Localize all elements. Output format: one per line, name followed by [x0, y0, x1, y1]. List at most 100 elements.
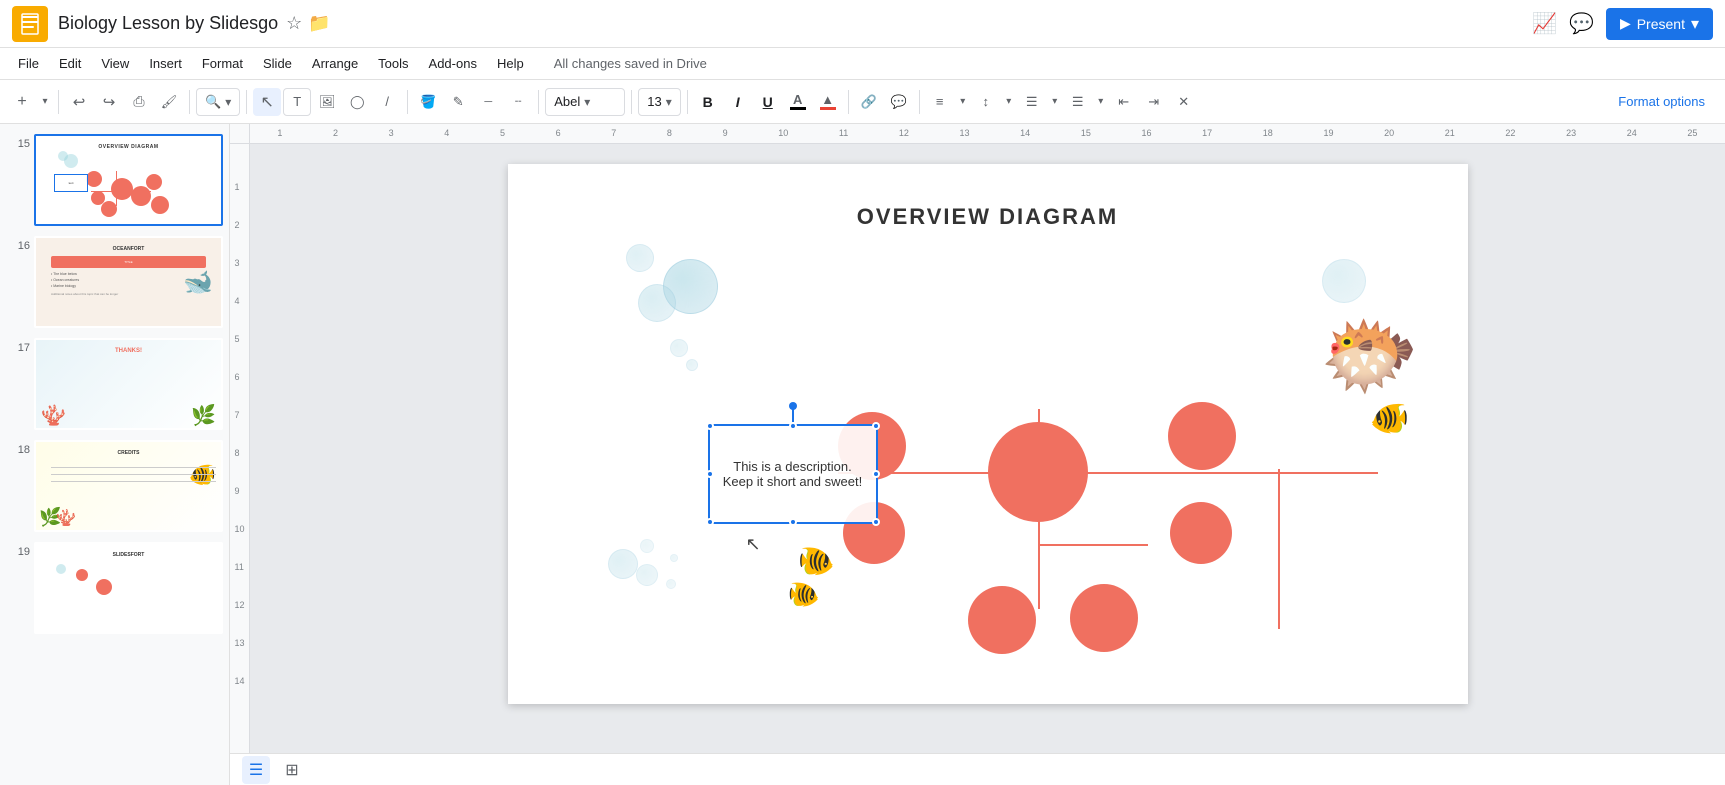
- line-spacing-chevron-button[interactable]: ▾: [1002, 88, 1016, 116]
- font-name-dropdown[interactable]: Abel ▾: [545, 88, 625, 116]
- document-title[interactable]: Biology Lesson by Slidesgo: [58, 13, 278, 34]
- folder-icon[interactable]: 📁: [308, 13, 330, 34]
- highlight-button[interactable]: ▲: [814, 88, 842, 116]
- bubble-8: [640, 539, 654, 553]
- text-box-selected[interactable]: This is a description. Keep it short and…: [708, 424, 878, 524]
- undo-button[interactable]: ↩: [65, 88, 93, 116]
- ordered-list-chevron-button[interactable]: ▾: [1048, 88, 1062, 116]
- list-view-button[interactable]: ☰: [242, 756, 270, 784]
- menu-arrange[interactable]: Arrange: [302, 52, 368, 75]
- slide-preview-16[interactable]: OCEANFORT TITLE • The blue below • Ocean…: [34, 236, 223, 328]
- italic-button[interactable]: I: [724, 88, 752, 116]
- ruler-mark-10: 10: [778, 128, 788, 138]
- slide-thumb-19[interactable]: 19 SLIDESFORT: [4, 540, 225, 636]
- title-bar: Biology Lesson by Slidesgo ☆ 📁 📈 💬 ▶ Pre…: [0, 0, 1725, 48]
- comment-button[interactable]: 💬: [885, 88, 913, 116]
- ruler-v-3: 3: [234, 258, 244, 268]
- text-box-button[interactable]: T: [283, 88, 311, 116]
- slide-preview-15[interactable]: OVERVIEW DIAGRAM text: [34, 134, 223, 226]
- slide-thumb-17[interactable]: 17 THANKS! 🪸 🌿: [4, 336, 225, 432]
- menu-file[interactable]: File: [8, 52, 49, 75]
- bold-button[interactable]: B: [694, 88, 722, 116]
- rotate-handle[interactable]: [789, 402, 797, 410]
- ruler-v-6: 6: [234, 372, 244, 382]
- select-button[interactable]: ↖: [253, 88, 281, 116]
- text-color-button[interactable]: A: [784, 88, 812, 116]
- shapes-button[interactable]: ◯: [343, 88, 371, 116]
- menu-addons[interactable]: Add-ons: [419, 52, 487, 75]
- align-button[interactable]: ≡: [926, 88, 954, 116]
- menu-view[interactable]: View: [91, 52, 139, 75]
- menu-insert[interactable]: Insert: [139, 52, 192, 75]
- underline-button[interactable]: U: [754, 88, 782, 116]
- coral-circle-tr1: [1168, 402, 1236, 470]
- h-line-1: [838, 472, 1378, 474]
- indent-less-button[interactable]: ⇤: [1110, 88, 1138, 116]
- present-chevron-icon[interactable]: ▾: [1691, 14, 1699, 34]
- fill-color-button[interactable]: 🪣: [414, 88, 442, 116]
- bubble-5: [686, 359, 698, 371]
- handle-right-center[interactable]: [872, 470, 880, 478]
- border-weight-button[interactable]: ─: [474, 88, 502, 116]
- bubble-4: [670, 339, 688, 357]
- text-box-content[interactable]: This is a description. Keep it short and…: [710, 426, 876, 522]
- slide-thumb-15[interactable]: 15 OVERVIEW DIAGRAM: [4, 132, 225, 228]
- ruler-mark-2: 2: [333, 128, 338, 138]
- slide-thumb-18[interactable]: 18 CREDITS 🌿 🪸 🐠: [4, 438, 225, 534]
- line-button[interactable]: /: [373, 88, 401, 116]
- border-color-button[interactable]: ✎: [444, 88, 472, 116]
- paint-format-button[interactable]: 🖌: [155, 88, 183, 116]
- line-spacing-button[interactable]: ↕: [972, 88, 1000, 116]
- menu-help[interactable]: Help: [487, 52, 534, 75]
- handle-top-left[interactable]: [706, 422, 714, 430]
- indent-more-button[interactable]: ⇥: [1140, 88, 1168, 116]
- image-button[interactable]: 🖼: [313, 88, 341, 116]
- slide-canvas-wrap[interactable]: OVERVIEW DIAGRAM: [250, 144, 1725, 753]
- slide-preview-19[interactable]: SLIDESFORT: [34, 542, 223, 634]
- coral-circle-center: [988, 422, 1088, 522]
- handle-bottom-center[interactable]: [789, 518, 797, 526]
- ruler-mark-14: 14: [1020, 128, 1030, 138]
- format-options-button[interactable]: Format options: [1606, 90, 1717, 113]
- star-icon[interactable]: ☆: [286, 13, 302, 34]
- bubble-10: [670, 554, 678, 562]
- menu-bar: File Edit View Insert Format Slide Arran…: [0, 48, 1725, 80]
- menu-tools[interactable]: Tools: [368, 52, 418, 75]
- unordered-list-chevron-button[interactable]: ▾: [1094, 88, 1108, 116]
- zoom-dropdown[interactable]: 🔍 ▾: [196, 88, 240, 116]
- bubble-9: [666, 579, 676, 589]
- link-button[interactable]: 🔗: [855, 88, 883, 116]
- handle-bottom-right[interactable]: [872, 518, 880, 526]
- ruler-mark-12: 12: [899, 128, 909, 138]
- border-dash-button[interactable]: ╌: [504, 88, 532, 116]
- handle-top-center[interactable]: [789, 422, 797, 430]
- activity-icon[interactable]: 📈: [1532, 11, 1557, 36]
- toolbar-sep-5: [538, 90, 539, 114]
- print-button[interactable]: ⎙: [125, 88, 153, 116]
- font-size-dropdown[interactable]: 13 ▾: [638, 88, 681, 116]
- grid-view-button[interactable]: ⊞: [278, 756, 306, 784]
- redo-button[interactable]: ↪: [95, 88, 123, 116]
- handle-bottom-left[interactable]: [706, 518, 714, 526]
- handle-left-center[interactable]: [706, 470, 714, 478]
- present-button[interactable]: ▶ Present ▾: [1606, 8, 1713, 40]
- ruler-mark-24: 24: [1627, 128, 1637, 138]
- menu-edit[interactable]: Edit: [49, 52, 91, 75]
- ruler-mark-22: 22: [1505, 128, 1515, 138]
- ordered-list-button[interactable]: ☰: [1018, 88, 1046, 116]
- align-chevron-button[interactable]: ▾: [956, 88, 970, 116]
- add-button[interactable]: +: [8, 88, 36, 116]
- toolbar: + ▾ ↩ ↪ ⎙ 🖌 🔍 ▾ ↖ T 🖼 ◯ / 🪣 ✎ ─ ╌ Abel ▾…: [0, 80, 1725, 124]
- handle-top-right[interactable]: [872, 422, 880, 430]
- fish-1: 🐠: [798, 544, 835, 579]
- menu-format[interactable]: Format: [192, 52, 253, 75]
- comments-icon[interactable]: 💬: [1569, 11, 1594, 36]
- slide-preview-17[interactable]: THANKS! 🪸 🌿: [34, 338, 223, 430]
- slide-thumb-16[interactable]: 16 OCEANFORT TITLE • The blue below • Oc…: [4, 234, 225, 330]
- clear-format-button[interactable]: ✕: [1170, 88, 1198, 116]
- unordered-list-button[interactable]: ☰: [1064, 88, 1092, 116]
- slide-canvas[interactable]: OVERVIEW DIAGRAM: [508, 164, 1468, 704]
- add-chevron-button[interactable]: ▾: [38, 88, 52, 116]
- slide-preview-18[interactable]: CREDITS 🌿 🪸 🐠: [34, 440, 223, 532]
- menu-slide[interactable]: Slide: [253, 52, 302, 75]
